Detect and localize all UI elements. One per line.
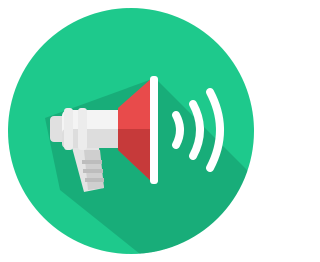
- megaphone-icon: [8, 8, 254, 254]
- megaphone-app-icon: [0, 0, 262, 262]
